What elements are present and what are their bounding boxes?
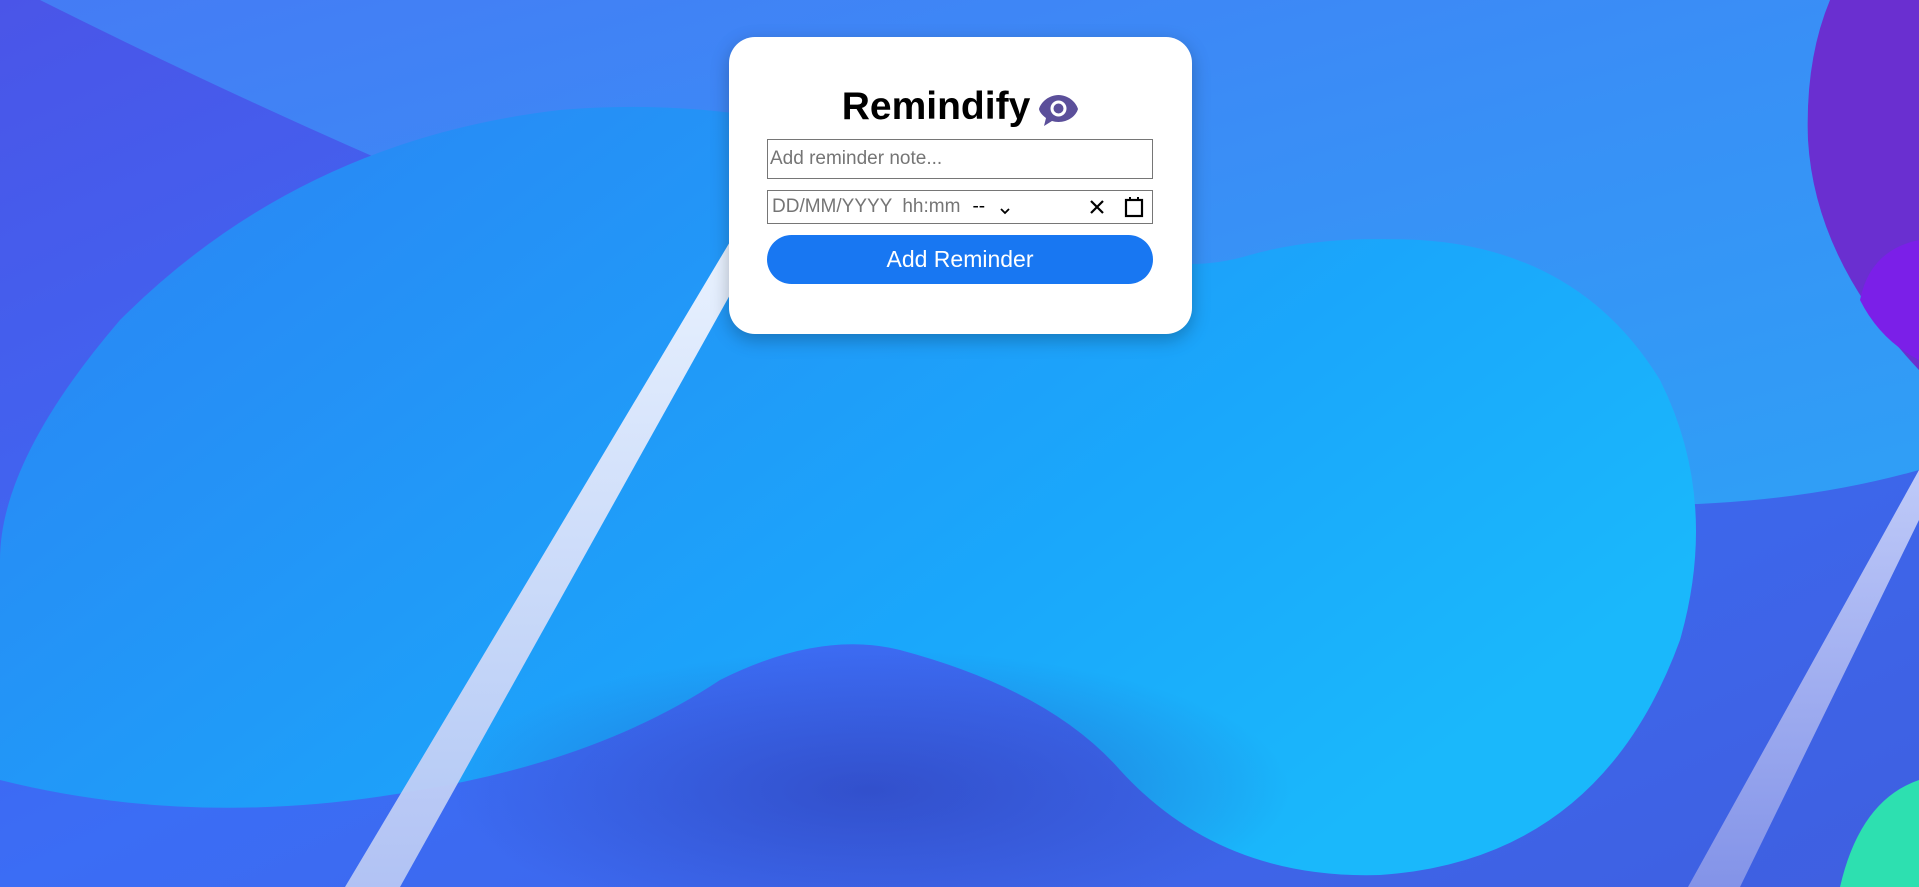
datetime-input[interactable]: DD/MM/YYYY hh:mm -- — [767, 190, 1153, 224]
add-reminder-button[interactable]: Add Reminder — [767, 235, 1153, 284]
reminder-card: Remindify DD/MM/YYYY hh:mm -- Add R — [729, 37, 1192, 334]
chevron-down-icon[interactable] — [999, 201, 1011, 215]
eye-chat-icon — [1038, 93, 1079, 127]
reminder-note-input[interactable] — [767, 139, 1153, 179]
app-title: Remindify — [841, 85, 1031, 128]
ampm-segment[interactable]: -- — [972, 196, 985, 218]
title-row: Remindify — [729, 83, 1192, 131]
time-segment[interactable]: hh:mm — [902, 196, 960, 218]
calendar-icon[interactable] — [1124, 196, 1144, 218]
clear-icon[interactable] — [1088, 198, 1106, 216]
date-segment[interactable]: DD/MM/YYYY — [772, 196, 892, 218]
